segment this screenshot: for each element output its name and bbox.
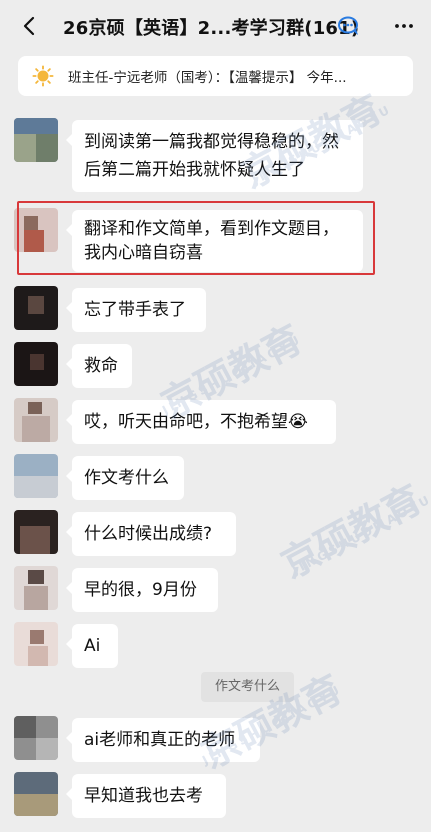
message-bubble[interactable]: ai老师和真正的老师	[66, 718, 260, 762]
more-horizontal-icon[interactable]	[392, 14, 416, 38]
avatar[interactable]	[14, 622, 58, 666]
avatar[interactable]	[14, 398, 58, 442]
avatar[interactable]	[14, 118, 58, 162]
message-text: Ai	[84, 636, 101, 656]
sun-icon	[32, 65, 54, 87]
avatar[interactable]	[14, 566, 58, 610]
group-chat-icon[interactable]	[337, 14, 361, 38]
message-bubble[interactable]: 哎，听天由命吧，不抱希望😭	[66, 400, 336, 444]
message-bubble[interactable]: 早的很，9月份	[66, 568, 218, 612]
message-text: 早知道我也去考	[84, 786, 203, 806]
message-bubble[interactable]: 忘了带手表了	[66, 288, 206, 332]
message-bubble[interactable]: 什么时候出成绩?	[66, 512, 236, 556]
pinned-notice[interactable]: 班主任-宁远老师（国考）：【温馨提示】 今年...	[18, 56, 413, 96]
avatar[interactable]	[14, 286, 58, 330]
message-bubble[interactable]: 救命	[66, 344, 132, 388]
chat-title: 26京硕【英语】2...考学习群(161)	[63, 18, 360, 39]
message-bubble[interactable]: 早知道我也去考	[66, 774, 226, 818]
message-text: ai老师和真正的老师	[84, 730, 236, 750]
message-bubble[interactable]: Ai	[66, 624, 118, 668]
watermark-sub: JINGSHUOJIAOYU	[290, 491, 431, 578]
message-bubble[interactable]: 作文考什么	[66, 456, 184, 500]
watermark-text: 京硕教育	[274, 476, 430, 587]
avatar[interactable]	[14, 454, 58, 498]
avatar[interactable]	[14, 510, 58, 554]
message-text: 后第二篇开始我就怀疑人生了	[84, 160, 305, 180]
message-text: 忘了带手表了	[84, 300, 186, 320]
avatar[interactable]	[14, 342, 58, 386]
message-text: 救命	[84, 356, 118, 376]
highlight-box	[17, 201, 375, 275]
message-bubble[interactable]: 到阅读第一篇我都觉得稳稳的，然 后第二篇开始我就怀疑人生了	[66, 120, 363, 192]
chevron-left-icon[interactable]	[18, 14, 42, 38]
message-text: 作文考什么	[84, 468, 169, 488]
notice-text: 班主任-宁远老师（国考）：【温馨提示】 今年...	[68, 70, 347, 86]
avatar[interactable]	[14, 772, 58, 816]
message-text: 到阅读第一篇我都觉得稳稳的，然	[84, 132, 339, 152]
system-tag: 作文考什么	[201, 672, 295, 702]
avatar[interactable]	[14, 716, 58, 760]
message-text: 哎，听天由命吧，不抱希望😭	[84, 412, 308, 432]
message-text: 早的很，9月份	[84, 580, 197, 600]
chat-header: 26京硕【英语】2...考学习群(161)	[0, 0, 431, 52]
message-text: 什么时候出成绩?	[84, 524, 213, 544]
